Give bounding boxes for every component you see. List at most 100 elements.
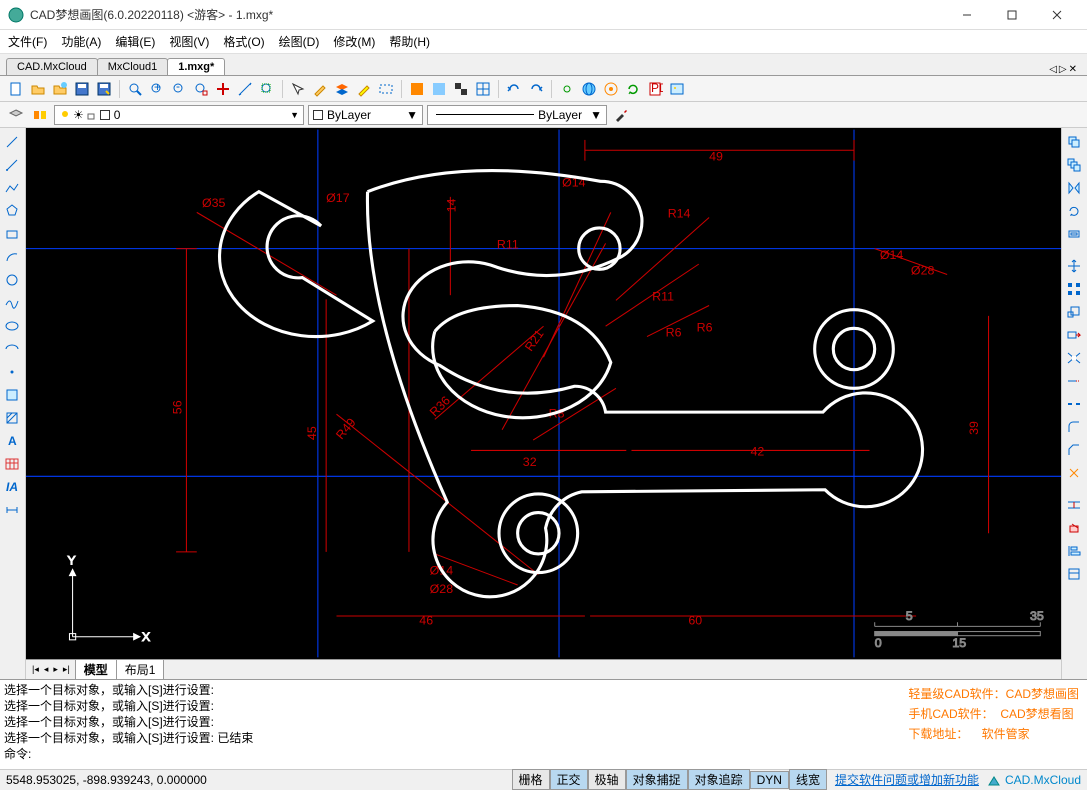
rect-select-icon[interactable] [376, 79, 396, 99]
text-icon[interactable]: A [2, 431, 22, 451]
redo-icon[interactable] [526, 79, 546, 99]
doc-tab-current[interactable]: 1.mxg* [167, 58, 225, 75]
mode-otrack[interactable]: 对象追踪 [688, 769, 750, 790]
save-icon[interactable] [72, 79, 92, 99]
menu-file[interactable]: 文件(F) [8, 33, 47, 50]
break-icon[interactable] [1064, 394, 1084, 414]
menu-help[interactable]: 帮助(H) [389, 33, 430, 50]
grid-icon[interactable] [473, 79, 493, 99]
saveas-icon[interactable] [94, 79, 114, 99]
layer-states-icon[interactable] [30, 105, 50, 125]
zoom-window-icon[interactable] [257, 79, 277, 99]
pencil-icon[interactable] [310, 79, 330, 99]
color-selector[interactable]: ByLayer ▼ [308, 105, 423, 125]
image-icon[interactable] [667, 79, 687, 99]
line-icon[interactable] [2, 132, 22, 152]
mode-ortho[interactable]: 正交 [550, 769, 588, 790]
minimize-button[interactable] [944, 1, 989, 29]
drawing-canvas[interactable]: Ø35 Ø17 Ø14 R14 R11 R11 R21 R36 R49 R6 R… [26, 128, 1061, 659]
properties-icon[interactable] [1064, 564, 1084, 584]
close-button[interactable] [1034, 1, 1079, 29]
hatch-icon[interactable] [2, 408, 22, 428]
menu-draw[interactable]: 绘图(D) [279, 33, 320, 50]
command-line[interactable]: 选择一个目标对象，或输入[S]进行设置: 选择一个目标对象，或输入[S]进行设置… [0, 679, 1087, 769]
layers-icon[interactable] [332, 79, 352, 99]
layer-selector[interactable]: ☀ 0 ▼ [54, 105, 304, 125]
menu-view[interactable]: 视图(V) [169, 33, 209, 50]
mode-lwt[interactable]: 线宽 [789, 769, 827, 790]
mode-osnap[interactable]: 对象捕捉 [626, 769, 688, 790]
wheel-icon[interactable] [601, 79, 621, 99]
checker-icon[interactable] [451, 79, 471, 99]
layout-prev-icon[interactable]: ◂ [42, 664, 51, 675]
layout-last-icon[interactable]: ▸| [61, 664, 72, 675]
array-icon[interactable] [1064, 279, 1084, 299]
refresh-icon[interactable] [623, 79, 643, 99]
layout-tab-model[interactable]: 模型 [75, 659, 117, 680]
pdf-icon[interactable]: PDF [645, 79, 665, 99]
circle-icon[interactable] [2, 270, 22, 290]
brand-label[interactable]: CAD.MxCloud [987, 773, 1081, 787]
zoom-in-icon[interactable]: + [147, 79, 167, 99]
erase-icon[interactable] [1064, 518, 1084, 538]
arc-icon[interactable] [2, 247, 22, 267]
color2-icon[interactable] [429, 79, 449, 99]
trim-icon[interactable] [1064, 348, 1084, 368]
ellipse-icon[interactable] [2, 316, 22, 336]
scale-icon[interactable] [1064, 302, 1084, 322]
copy-icon[interactable] [1064, 132, 1084, 152]
spline-icon[interactable] [2, 293, 22, 313]
highlight-icon[interactable] [354, 79, 374, 99]
menu-func[interactable]: 功能(A) [61, 33, 101, 50]
layout-tab-1[interactable]: 布局1 [116, 659, 165, 680]
maximize-button[interactable] [989, 1, 1034, 29]
offset-icon[interactable] [1064, 224, 1084, 244]
join-icon[interactable] [1064, 495, 1084, 515]
brush-icon[interactable] [611, 105, 631, 125]
zoom-icon[interactable] [125, 79, 145, 99]
doc-tab-cloud[interactable]: CAD.MxCloud [6, 58, 98, 75]
link-icon[interactable] [557, 79, 577, 99]
linetype-selector[interactable]: ByLayer ▼ [427, 105, 607, 125]
table-icon[interactable] [2, 454, 22, 474]
tab-prev-icon[interactable]: ◁ [1049, 64, 1057, 75]
polyline-icon[interactable] [2, 178, 22, 198]
move-icon[interactable] [1064, 256, 1084, 276]
extend-icon[interactable] [1064, 371, 1084, 391]
doc-tab-mxcloud1[interactable]: MxCloud1 [97, 58, 169, 75]
fillet-icon[interactable] [1064, 417, 1084, 437]
select-icon[interactable] [288, 79, 308, 99]
block-icon[interactable] [2, 385, 22, 405]
layer-manager-icon[interactable] [6, 105, 26, 125]
align-icon[interactable] [1064, 541, 1084, 561]
mode-grid[interactable]: 栅格 [512, 769, 550, 790]
promo-link-2[interactable]: CAD梦想看图 [1000, 707, 1073, 721]
explode-icon[interactable] [1064, 463, 1084, 483]
rectangle-icon[interactable] [2, 224, 22, 244]
layout-first-icon[interactable]: |◂ [30, 664, 41, 675]
menu-edit[interactable]: 编辑(E) [115, 33, 155, 50]
rotate-icon[interactable] [1064, 201, 1084, 221]
pan-icon[interactable] [213, 79, 233, 99]
mirror-icon[interactable] [1064, 178, 1084, 198]
zoom-extents-icon[interactable] [191, 79, 211, 99]
promo-link-1[interactable]: CAD梦想画图 [1006, 687, 1079, 701]
point-icon[interactable] [2, 362, 22, 382]
color1-icon[interactable] [407, 79, 427, 99]
dimension-icon[interactable] [2, 500, 22, 520]
mode-dyn[interactable]: DYN [750, 771, 789, 789]
chamfer-icon[interactable] [1064, 440, 1084, 460]
new-icon[interactable] [6, 79, 26, 99]
copy-multi-icon[interactable] [1064, 155, 1084, 175]
tab-close-icon[interactable]: ✕ [1069, 64, 1077, 75]
open-icon[interactable] [28, 79, 48, 99]
globe-icon[interactable] [579, 79, 599, 99]
promo-link-3[interactable]: 软件管家 [982, 727, 1030, 741]
menu-modify[interactable]: 修改(M) [333, 33, 375, 50]
open-cloud-icon[interactable] [50, 79, 70, 99]
mode-polar[interactable]: 极轴 [588, 769, 626, 790]
feedback-link[interactable]: 提交软件问题或增加新功能 [835, 771, 979, 788]
polygon-icon[interactable] [2, 201, 22, 221]
mtext-icon[interactable]: IA [2, 477, 22, 497]
layout-next-icon[interactable]: ▸ [51, 664, 60, 675]
